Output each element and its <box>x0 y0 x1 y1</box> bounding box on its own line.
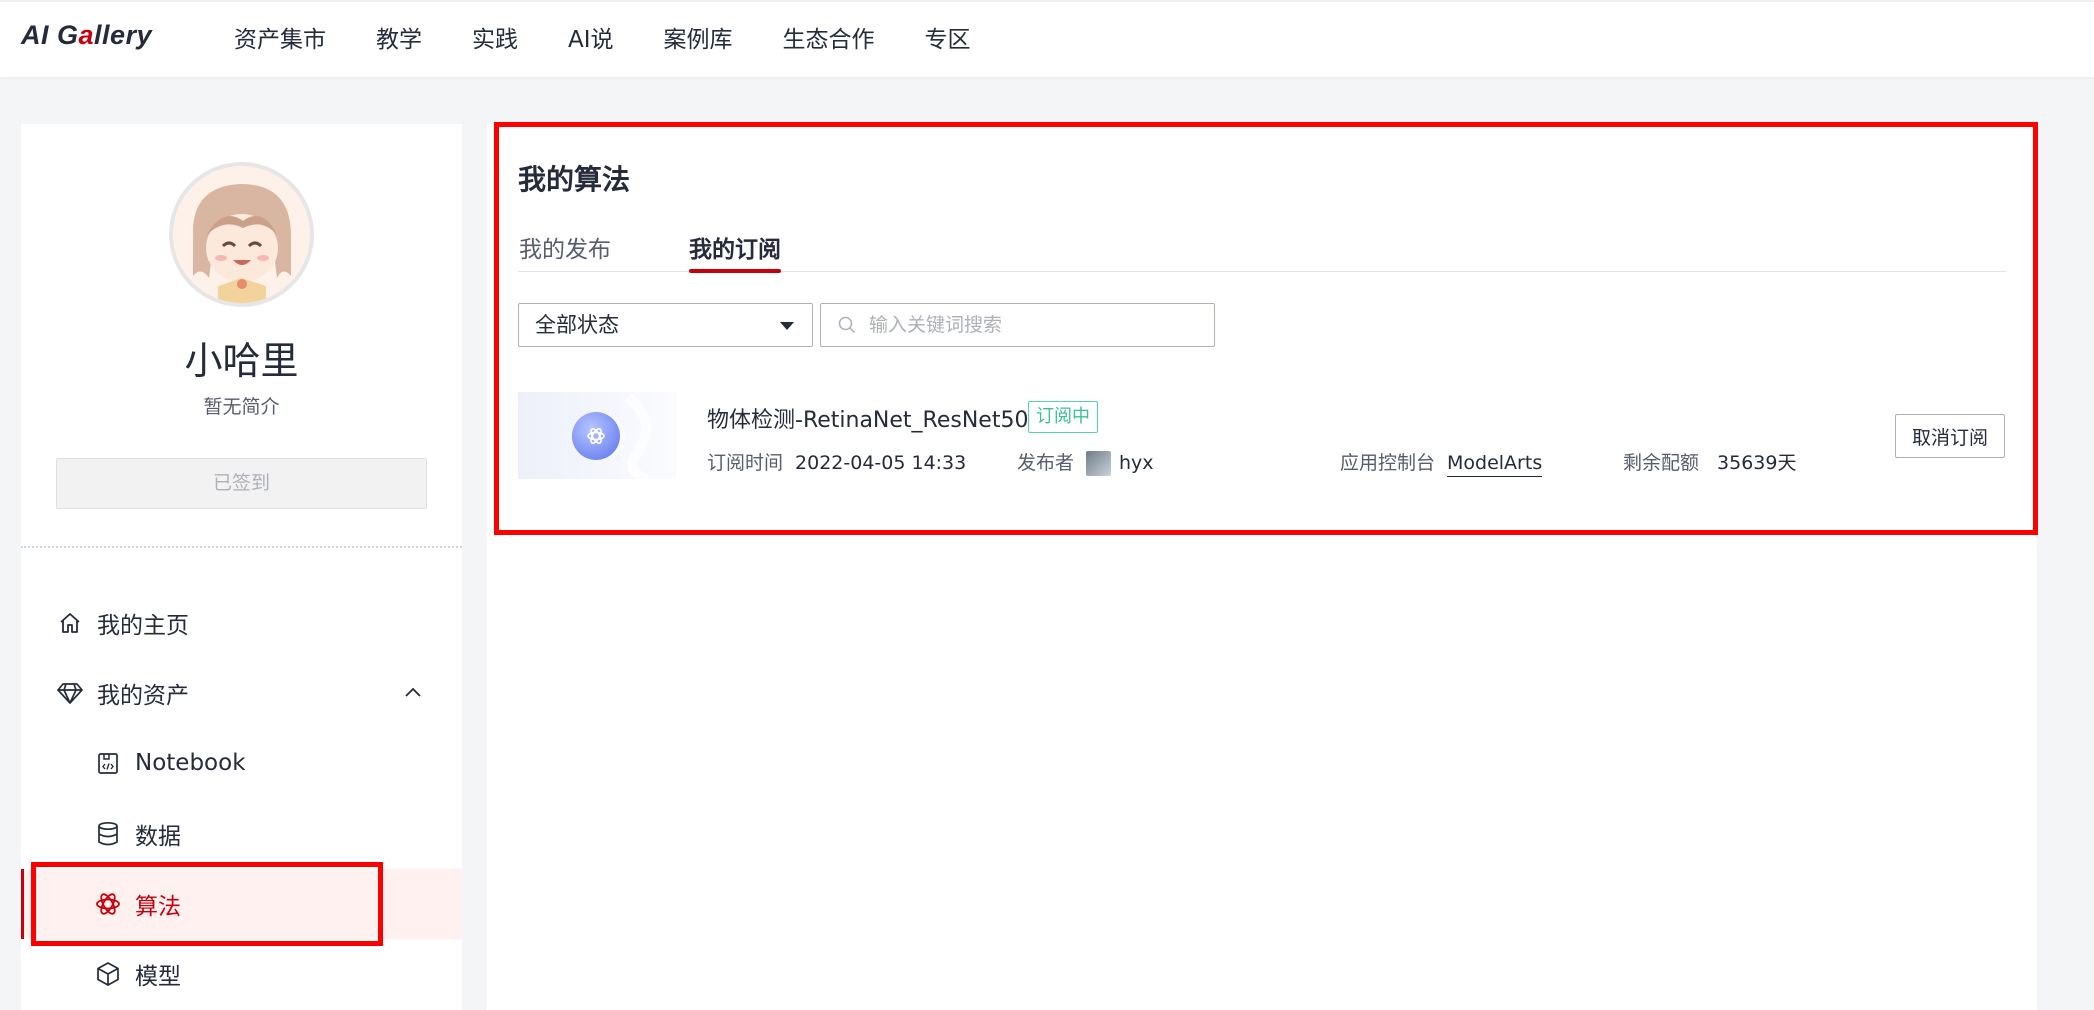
tab-my-subscription[interactable]: 我的订阅 <box>689 230 781 273</box>
avatar[interactable] <box>169 162 314 307</box>
algorithm-title[interactable]: 物体检测-RetinaNet_ResNet50 <box>707 402 1028 434</box>
anime-avatar-image <box>173 166 310 303</box>
quota: 剩余配额 35639天 <box>1623 448 1796 475</box>
console-label: 应用控制台 <box>1340 452 1436 474</box>
signin-button[interactable]: 已签到 <box>56 458 427 509</box>
search-input[interactable] <box>869 304 1199 346</box>
nav-case-library[interactable]: 案例库 <box>664 22 733 58</box>
console-link[interactable]: ModelArts <box>1447 452 1543 477</box>
page-title: 我的算法 <box>518 163 631 196</box>
nav-zone[interactable]: 专区 <box>925 22 971 58</box>
sidebar-item-my-assets[interactable]: 我的资产 <box>21 658 462 728</box>
diamond-icon <box>57 680 83 706</box>
sidebar-item-label: 算法 <box>135 894 181 920</box>
sidebar-item-data[interactable]: 数据 <box>21 799 462 869</box>
status-filter-select[interactable]: 全部状态 <box>518 303 813 347</box>
cube-icon <box>95 961 121 987</box>
quota-value: 35639天 <box>1717 452 1797 474</box>
publisher-avatar <box>1086 451 1112 476</box>
console: 应用控制台 ModelArts <box>1340 448 1543 477</box>
publisher-name[interactable]: hyx <box>1119 452 1154 474</box>
search-box[interactable] <box>820 303 1215 347</box>
sidebar-item-algorithm[interactable]: 算法 <box>21 869 462 939</box>
tab-bar: 我的发布 我的订阅 <box>518 230 2006 273</box>
algorithm-icon <box>95 891 121 917</box>
search-icon <box>838 316 856 334</box>
sidebar-item-label: 我的资产 <box>97 683 189 709</box>
status-badge: 订阅中 <box>1028 401 1098 433</box>
algorithm-thumbnail[interactable] <box>518 392 676 479</box>
notebook-icon <box>95 750 121 776</box>
top-navbar: AI Gallery 资产集市 教学 实践 AI说 案例库 生态合作 专区 <box>0 0 2094 77</box>
cancel-subscription-button[interactable]: 取消订阅 <box>1895 414 2005 458</box>
sidebar-item-label: Notebook <box>135 750 246 776</box>
sidebar-item-label: 数据 <box>135 824 181 850</box>
nav-ecosystem[interactable]: 生态合作 <box>783 22 875 58</box>
database-icon <box>95 821 121 847</box>
subscribe-time: 订阅时间 2022-04-05 14:33 <box>707 448 966 475</box>
tab-my-publish[interactable]: 我的发布 <box>519 230 611 272</box>
nav-practice[interactable]: 实践 <box>472 22 518 58</box>
status-filter-value: 全部状态 <box>535 313 619 337</box>
caret-down-icon <box>780 322 794 330</box>
chevron-up-icon[interactable] <box>402 682 424 704</box>
home-icon <box>57 610 83 636</box>
main-nav: 资产集市 教学 实践 AI说 案例库 生态合作 专区 <box>234 22 1021 58</box>
subscribe-time-value: 2022-04-05 14:33 <box>795 452 967 474</box>
subscribe-time-label: 订阅时间 <box>707 452 784 474</box>
nav-asset-market[interactable]: 资产集市 <box>234 22 326 58</box>
quota-label: 剩余配额 <box>1623 452 1700 474</box>
sidebar-item-notebook[interactable]: Notebook <box>21 728 462 798</box>
username: 小哈里 <box>184 339 299 383</box>
publisher-label: 发布者 <box>1017 452 1075 474</box>
user-bio: 暂无简介 <box>203 396 280 418</box>
ai-gallery-logo[interactable]: AI Gallery <box>21 20 152 51</box>
sidebar-item-model[interactable]: 模型 <box>21 939 462 1009</box>
nav-ai-talk[interactable]: AI说 <box>568 22 614 58</box>
sidebar-divider <box>21 546 462 548</box>
publisher: 发布者 hyx <box>1017 448 1154 476</box>
nav-teaching[interactable]: 教学 <box>376 22 422 58</box>
sidebar-item-home[interactable]: 我的主页 <box>21 588 462 658</box>
sidebar: 小哈里 暂无简介 已签到 我的主页 我的资产 Notebook 数据 算法 模型 <box>21 124 462 1010</box>
sidebar-item-label: 模型 <box>135 964 181 990</box>
algorithm-thumbnail-graphic <box>572 393 651 479</box>
sidebar-item-label: 我的主页 <box>97 613 189 639</box>
